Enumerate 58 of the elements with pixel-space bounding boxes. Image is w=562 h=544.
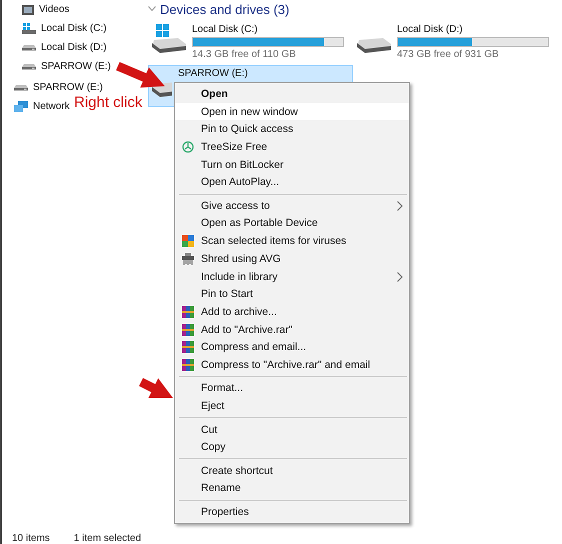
menu-item[interactable]: Open AutoPlay... <box>175 173 409 192</box>
drive-icon <box>22 63 36 70</box>
scan-icon <box>182 235 194 248</box>
nav-item[interactable]: Network <box>33 101 70 112</box>
video-icon <box>22 4 34 14</box>
drive-tile[interactable]: Local Disk (D:) 473 GB free of 931 GB <box>353 21 553 63</box>
menu-item[interactable]: Scan selected items for viruses <box>175 232 409 250</box>
menu-item[interactable]: Eject <box>175 397 409 415</box>
section-title: Devices and drives (3) <box>160 2 290 16</box>
menu-item[interactable]: Add to archive... <box>175 303 409 321</box>
drive-name: Local Disk (C:) <box>192 24 259 35</box>
drive-icon <box>14 84 28 91</box>
menu-item[interactable]: Pin to Quick access <box>175 120 409 138</box>
free-space: 473 GB free of 931 GB <box>397 49 500 60</box>
menu-item[interactable]: Rename <box>175 480 409 498</box>
menu-item[interactable]: Open as Portable Device <box>175 214 409 232</box>
books-icon <box>182 341 194 354</box>
drive-name: Local Disk (D:) <box>397 24 464 35</box>
drive-icon <box>357 38 391 54</box>
menu-item[interactable]: Compress to "Archive.rar" and email <box>175 356 409 374</box>
menu-item[interactable]: Include in library <box>175 268 409 286</box>
drive-icon <box>22 44 36 51</box>
system-drive-icon <box>152 24 186 54</box>
menu-item[interactable]: TreeSize Free <box>175 138 409 156</box>
nav-item[interactable]: Local Disk (D:) <box>41 42 107 53</box>
item-count: 10 items <box>12 533 50 544</box>
menu-item[interactable]: Copy <box>175 438 409 456</box>
system-drive-icon <box>22 23 36 34</box>
network-icon <box>14 100 28 112</box>
arrow <box>116 62 165 88</box>
menu-item[interactable]: Cut <box>175 420 409 438</box>
books-icon <box>182 324 194 336</box>
menu-item[interactable]: Open <box>175 85 409 103</box>
menu-item[interactable]: Pin to Start <box>175 285 409 304</box>
chevron-icon[interactable] <box>148 6 156 12</box>
clock-icon <box>182 140 194 153</box>
menu-item[interactable]: Format... <box>175 380 409 398</box>
menu-item[interactable]: Compress and email... <box>175 338 409 356</box>
selection-count: 1 item selected <box>74 533 142 544</box>
arrow <box>139 378 173 398</box>
free-space: 14.3 GB free of 110 GB <box>192 49 297 60</box>
nav-item[interactable]: Local Disk (C:) <box>41 23 107 34</box>
drive-name: SPARROW (E:) <box>178 68 248 79</box>
menu-item[interactable]: Properties <box>175 503 409 521</box>
menu-item[interactable]: Turn on BitLocker <box>175 156 409 174</box>
books-icon <box>182 306 194 318</box>
nav-item[interactable]: Videos <box>39 4 70 15</box>
menu-item[interactable]: Shred using AVG <box>175 250 409 268</box>
annotation-label: Right click <box>74 94 142 111</box>
menu-item[interactable]: Open in new window <box>175 102 409 120</box>
shredder-icon <box>182 252 194 265</box>
nav-item[interactable]: SPARROW (E:) <box>41 61 111 72</box>
menu-item[interactable]: Add to "Archive.rar" <box>175 320 409 338</box>
nav-item[interactable]: SPARROW (E:) <box>33 82 103 93</box>
books-icon <box>182 358 194 371</box>
drive-tile[interactable]: Local Disk (C:) 14.3 GB free of 110 GB <box>148 21 353 63</box>
menu-item[interactable]: Give access to <box>175 196 409 215</box>
menu-item[interactable]: Create shortcut <box>175 462 409 480</box>
